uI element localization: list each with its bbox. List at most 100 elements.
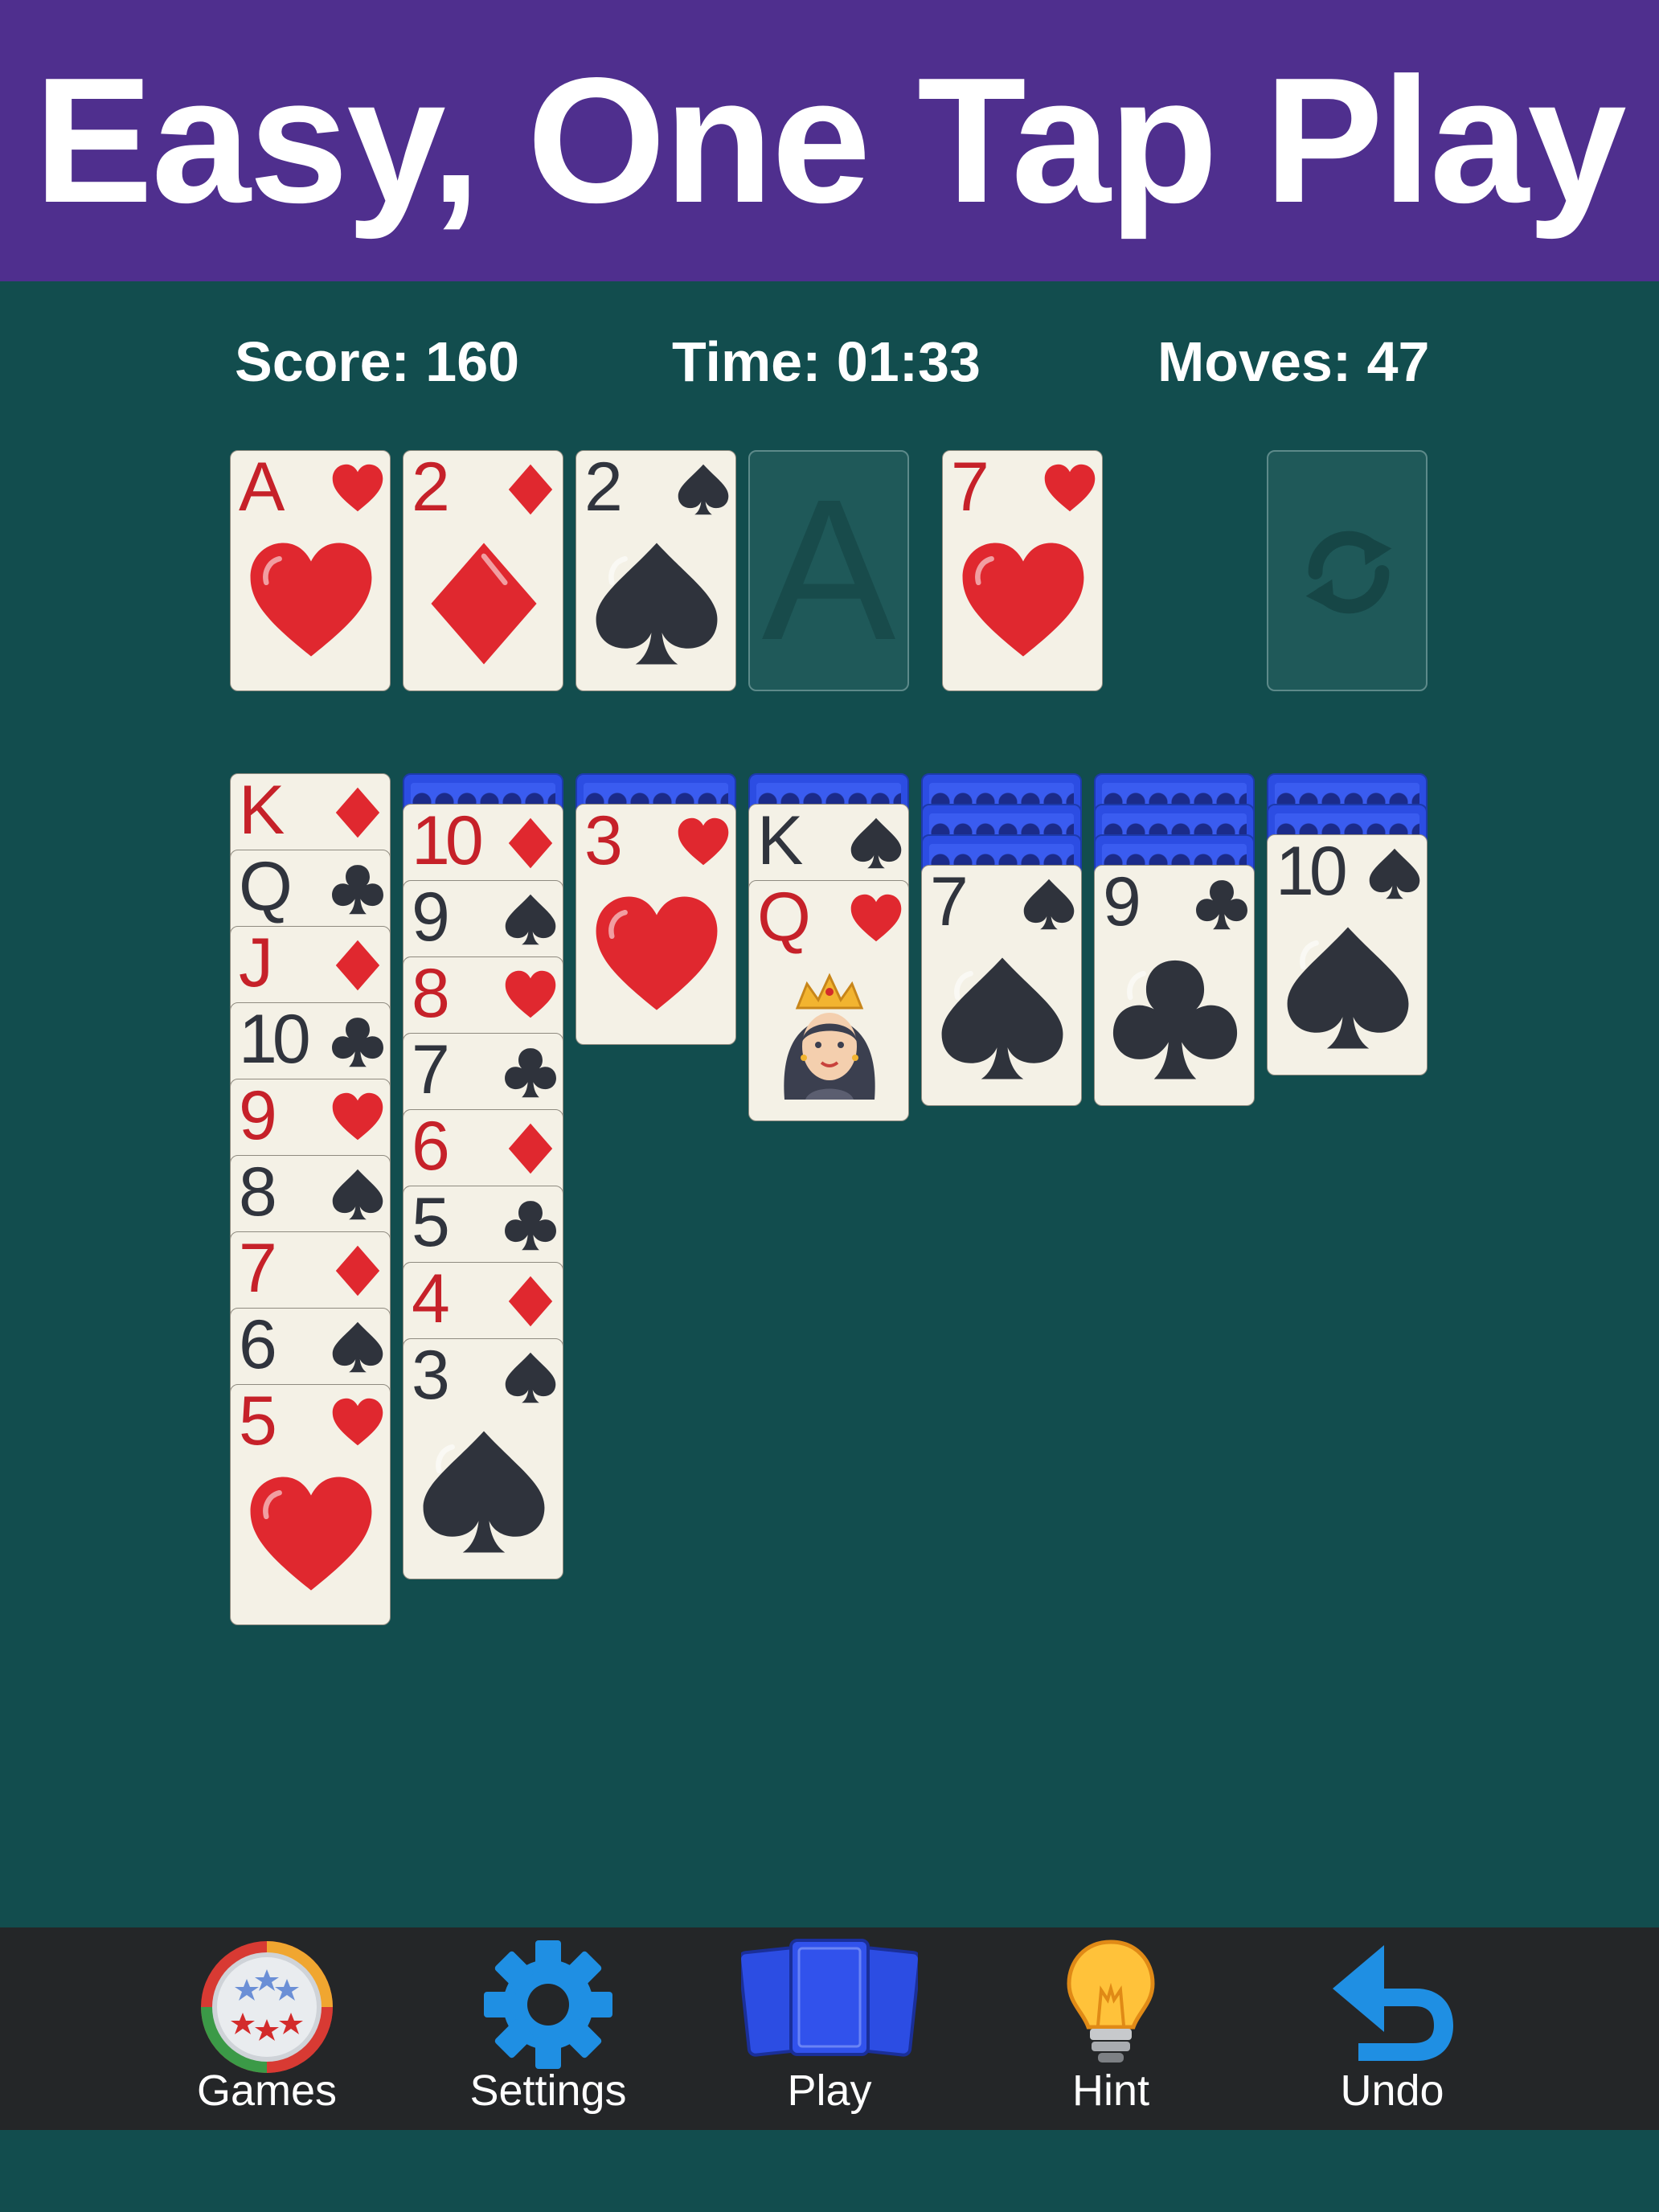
card-rank: K — [757, 804, 803, 879]
card-7-of-hearts[interactable]: 7 — [942, 450, 1103, 691]
diamond-suit-icon — [431, 543, 537, 665]
lightbulb-icon — [1067, 1940, 1155, 2062]
card-rank: 5 — [239, 1384, 277, 1460]
card-rank: 5 — [412, 1186, 450, 1261]
moves-label: Moves: 47 — [1157, 330, 1430, 393]
club-suit-icon — [1112, 960, 1238, 1079]
heart-suit-icon — [850, 894, 902, 942]
undo-icon — [1333, 1945, 1453, 2061]
card-rank: 10 — [1276, 834, 1348, 910]
cards-icon — [741, 1939, 918, 2057]
gear-icon — [484, 1940, 612, 2069]
card-rank: 8 — [239, 1155, 277, 1231]
heart-suit-icon — [678, 817, 729, 866]
spade-suit-icon — [332, 1169, 383, 1220]
spade-suit-icon — [941, 957, 1063, 1079]
hint-button[interactable]: Hint — [1014, 1927, 1207, 2130]
refresh-icon — [1305, 530, 1392, 614]
games-label: Games — [196, 2067, 338, 2115]
club-suit-icon — [505, 1201, 556, 1251]
card-10-of-spades[interactable]: 10 — [1267, 834, 1428, 1075]
score-label: Score: 160 — [235, 330, 520, 393]
card-rank: 9 — [412, 880, 450, 956]
undo-button[interactable]: Undo — [1296, 1927, 1489, 2130]
heart-suit-icon — [332, 1092, 383, 1141]
settings-button[interactable]: Settings — [452, 1927, 645, 2130]
diamond-suit-icon — [335, 940, 380, 991]
diamond-suit-icon — [508, 817, 553, 869]
card-rank: 7 — [930, 865, 969, 940]
card-3-of-spades[interactable]: 3 — [403, 1338, 563, 1579]
card-rank: Q — [239, 850, 293, 925]
heart-suit-icon — [332, 464, 383, 512]
spade-suit-icon — [678, 464, 729, 515]
card-rank: 2 — [584, 450, 623, 526]
games-icon — [201, 1941, 333, 2073]
card-rank: 9 — [1103, 865, 1141, 940]
card-rank: 6 — [239, 1308, 277, 1383]
card-rank: 7 — [239, 1231, 277, 1307]
play-label: Play — [787, 2067, 872, 2115]
diamond-suit-icon — [335, 787, 380, 838]
club-suit-icon — [332, 865, 383, 915]
diamond-suit-icon — [508, 1123, 553, 1174]
stock-pile-refresh[interactable] — [1267, 450, 1428, 691]
card-3-of-hearts[interactable]: 3 — [576, 804, 736, 1045]
card-rank: Q — [757, 880, 811, 956]
card-rank: 3 — [412, 1338, 450, 1414]
club-suit-icon — [505, 1048, 556, 1098]
spade-suit-icon — [1369, 848, 1420, 899]
heart-suit-icon — [962, 543, 1084, 657]
card-2-of-diamonds[interactable]: 2 — [403, 450, 563, 691]
card-rank: 7 — [951, 450, 989, 526]
card-rank: J — [239, 926, 273, 1002]
card-rank: 10 — [239, 1002, 311, 1078]
spade-suit-icon — [1287, 927, 1409, 1049]
card-7-of-spades[interactable]: 7 — [921, 865, 1082, 1106]
heart-suit-icon — [505, 970, 556, 1018]
spade-suit-icon — [332, 1321, 383, 1373]
heart-suit-icon — [596, 896, 718, 1010]
diamond-suit-icon — [508, 1276, 553, 1327]
spade-suit-icon — [596, 543, 718, 665]
club-suit-icon — [1196, 880, 1247, 930]
banner-title: Easy, One Tap Play — [34, 40, 1626, 240]
play-button[interactable]: Play — [733, 1927, 926, 2130]
card-rank: 7 — [412, 1033, 450, 1108]
spade-suit-icon — [505, 894, 556, 945]
card-rank: 10 — [412, 804, 484, 879]
games-button[interactable]: Games — [170, 1927, 363, 2130]
foundation-slot-empty[interactable]: A — [748, 450, 909, 691]
card-a-of-hearts[interactable]: A — [230, 450, 391, 691]
card-rank: 4 — [412, 1262, 450, 1337]
bottom-toolbar: Games Settings Play Hint Undo — [0, 1927, 1659, 2130]
card-rank: 2 — [412, 450, 450, 526]
time-label: Time: 01:33 — [672, 330, 981, 393]
club-suit-icon — [332, 1018, 383, 1067]
card-rank: 8 — [412, 956, 450, 1032]
heart-suit-icon — [250, 543, 372, 657]
card-rank: A — [239, 450, 285, 526]
queen-portrait-icon — [784, 973, 875, 1100]
foundation-placeholder: A — [761, 457, 896, 682]
card-2-of-spades[interactable]: 2 — [576, 450, 736, 691]
card-5-of-hearts[interactable]: 5 — [230, 1384, 391, 1625]
settings-label: Settings — [469, 2067, 627, 2115]
spade-suit-icon — [423, 1431, 545, 1553]
card-rank: 9 — [239, 1079, 277, 1154]
spade-suit-icon — [1023, 879, 1075, 930]
heart-suit-icon — [332, 1398, 383, 1446]
undo-label: Undo — [1340, 2067, 1444, 2115]
spade-suit-icon — [850, 817, 902, 869]
card-q-of-hearts[interactable]: Q — [748, 880, 909, 1121]
spade-suit-icon — [505, 1352, 556, 1403]
card-9-of-clubs[interactable]: 9 — [1094, 865, 1255, 1106]
banner: Easy, One Tap Play — [0, 0, 1659, 281]
heart-suit-icon — [1044, 464, 1096, 512]
diamond-suit-icon — [508, 464, 553, 515]
card-rank: 3 — [584, 804, 623, 879]
heart-suit-icon — [250, 1477, 372, 1591]
card-rank: 6 — [412, 1109, 450, 1185]
diamond-suit-icon — [335, 1245, 380, 1296]
hint-label: Hint — [1071, 2067, 1150, 2115]
